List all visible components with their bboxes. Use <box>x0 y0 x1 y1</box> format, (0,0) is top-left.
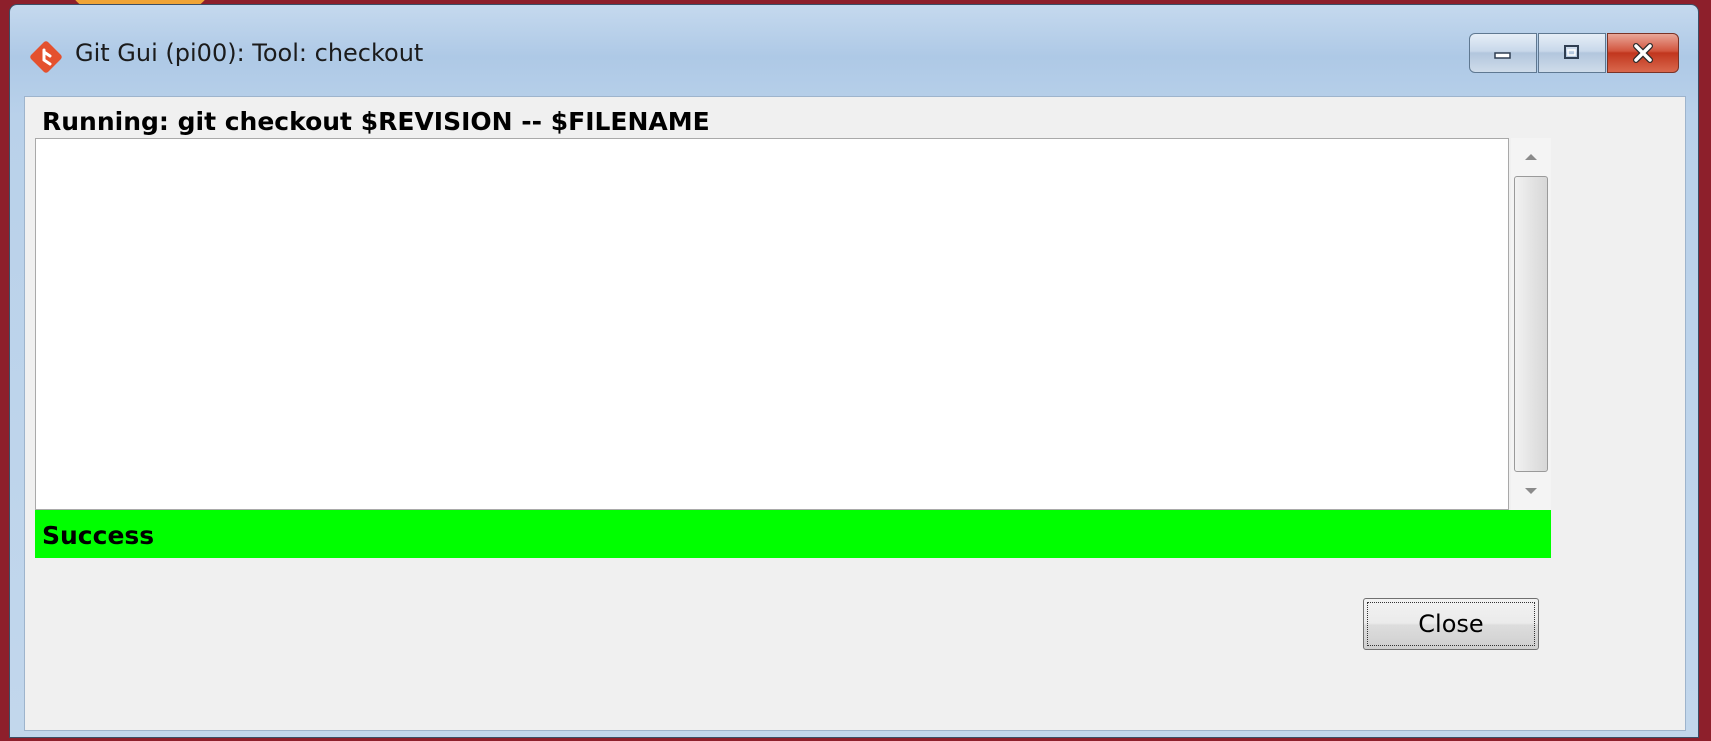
status-text: Success <box>42 521 155 550</box>
status-bar: Success <box>35 510 1551 558</box>
output-text-area[interactable] <box>35 138 1509 510</box>
title-bar[interactable]: Git Gui (pi00): Tool: checkout <box>10 5 1698 97</box>
tool-output-window: Git Gui (pi00): Tool: checkout Running: … <box>9 4 1699 738</box>
scroll-up-arrow-icon <box>1525 154 1537 160</box>
minimize-icon <box>1494 52 1511 59</box>
close-button-label: Close <box>1418 610 1484 638</box>
close-button[interactable]: Close <box>1363 598 1539 650</box>
maximize-icon <box>1564 45 1579 59</box>
scroll-up-button[interactable] <box>1511 138 1551 176</box>
minimize-button[interactable] <box>1469 33 1537 73</box>
vertical-scrollbar[interactable] <box>1511 138 1551 510</box>
git-logo-icon <box>30 41 62 73</box>
dialog-body: Running: git checkout $REVISION -- $FILE… <box>24 96 1686 731</box>
command-label: Running: git checkout $REVISION -- $FILE… <box>42 107 710 136</box>
close-icon <box>1633 43 1653 63</box>
scrollbar-thumb[interactable] <box>1514 176 1548 472</box>
scroll-down-button[interactable] <box>1511 472 1551 510</box>
window-title: Git Gui (pi00): Tool: checkout <box>75 39 424 67</box>
scroll-down-arrow-icon <box>1525 488 1537 494</box>
close-window-button[interactable] <box>1607 33 1679 73</box>
maximize-button[interactable] <box>1538 33 1606 73</box>
window-controls <box>1468 33 1679 75</box>
